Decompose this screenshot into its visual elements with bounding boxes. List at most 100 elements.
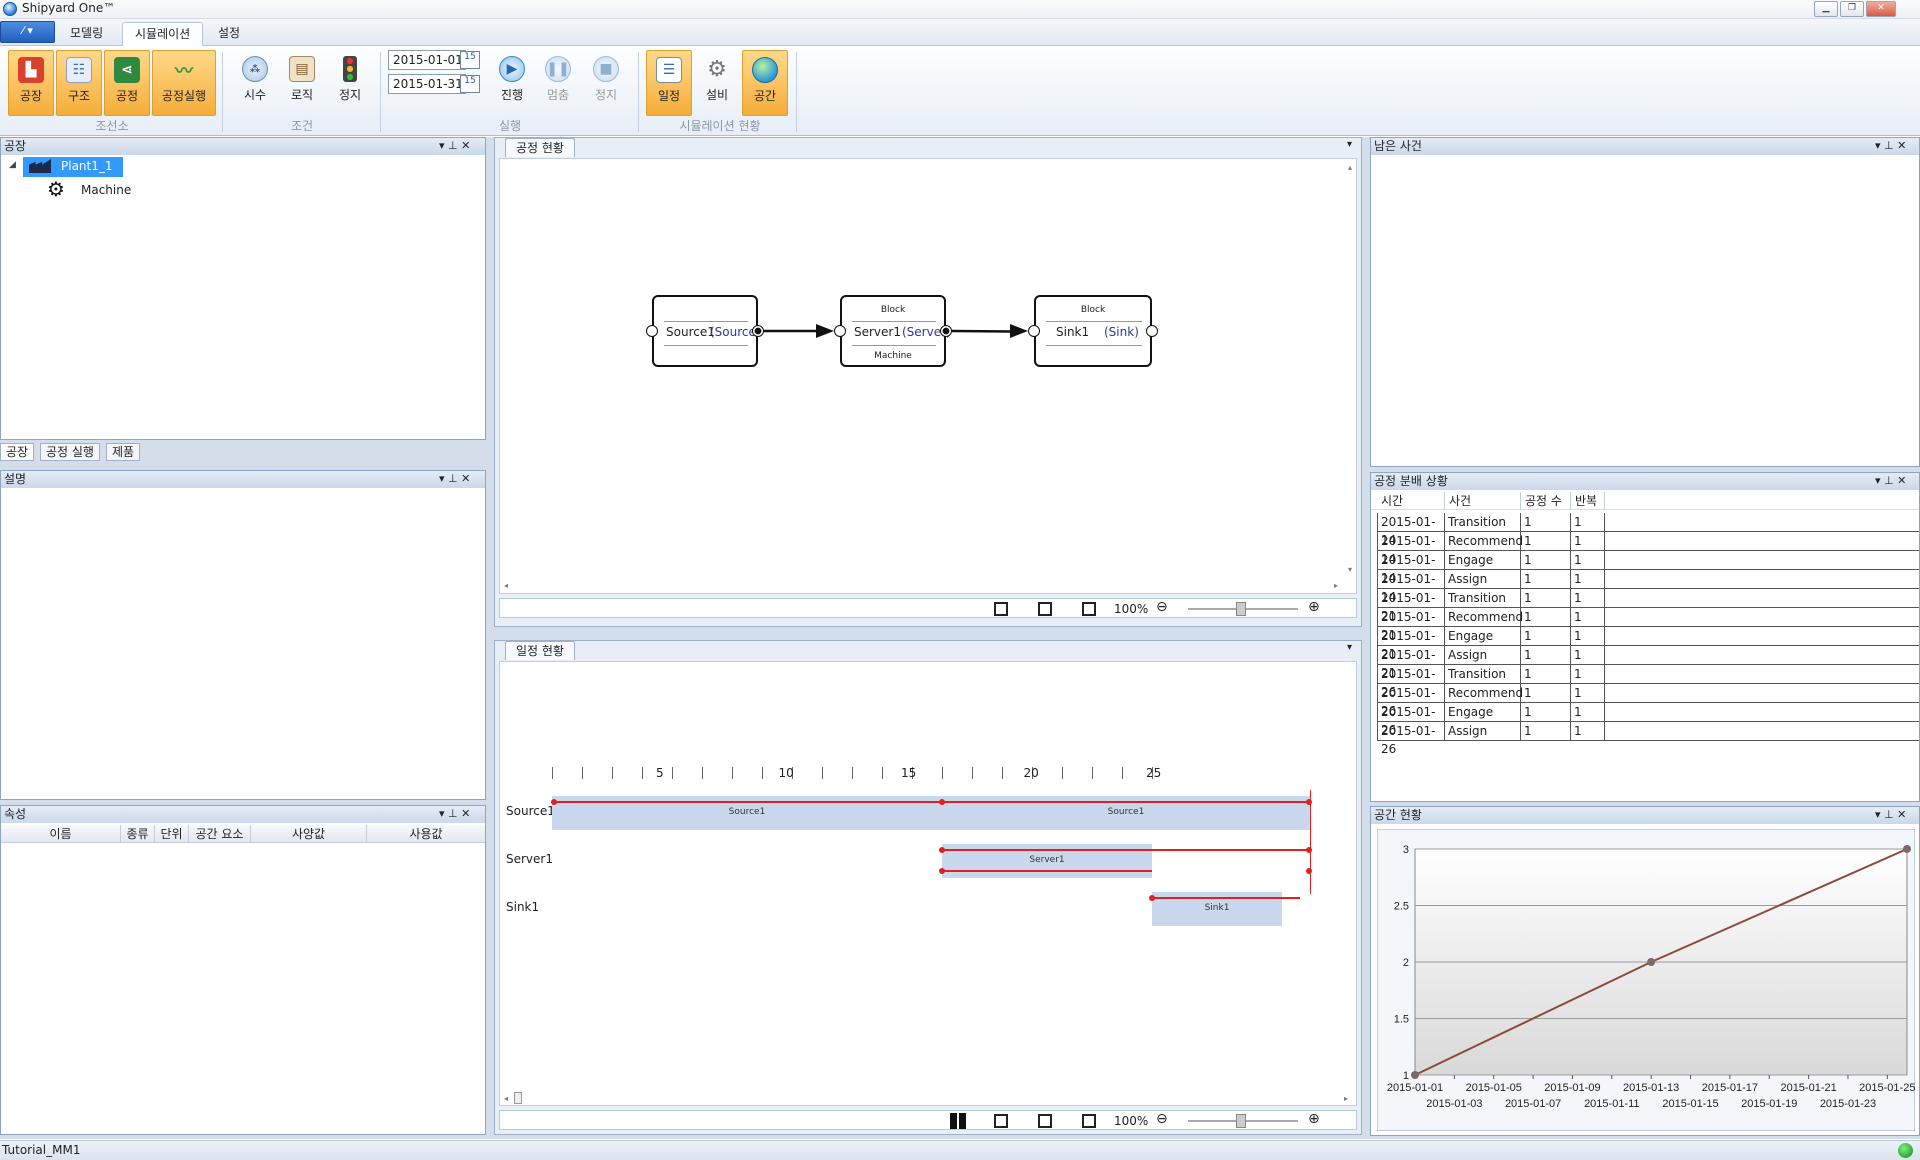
scroll-right-icon[interactable]: ▸ [1334,581,1338,590]
minimize-icon[interactable]: ▁ [1814,1,1838,17]
table-cell: Transition [1445,665,1521,684]
table-row[interactable]: 2015-01-21 Recommend 1 1 [1377,608,1919,642]
tab-process-run[interactable]: 공정 실행 [40,443,100,461]
work-hours-button[interactable]: ⁂ 시수 [232,50,278,116]
tab-simulation[interactable]: 시뮬레이션 [122,22,204,46]
expand-icon[interactable] [1082,1114,1096,1128]
calendar-icon[interactable]: 15 [460,51,480,69]
gantt-canvas[interactable]: 5 10 15 20 25 Source1 Server1 Sink1 Source1 … [499,661,1357,1106]
table-cell: 1 [1521,532,1571,551]
table-row[interactable]: 2015-01-14 Recommend 1 1 [1377,532,1919,566]
grid-icon[interactable] [1038,1114,1052,1128]
gear-icon: ⚙ [47,177,65,201]
scroll-left-icon[interactable]: ◂ [504,581,508,590]
tree-node-plant[interactable]: Plant1_1 [23,157,123,177]
x-tick-label: 2015-01-25 [1859,1082,1915,1094]
scroll-left-icon[interactable]: ◂ [504,1094,508,1103]
zoom-out-icon[interactable]: ⊖ [1156,599,1168,615]
stop-button[interactable]: ■ 정지 [584,50,628,116]
arrowhead [816,324,834,338]
process-run-button[interactable]: 〰 공정실행 [152,50,216,116]
trend-icon: 〰 [175,61,193,82]
zoom-out-icon[interactable]: ⊖ [1156,1111,1168,1127]
column-header[interactable]: 사양값 [251,825,367,843]
run-button-label: 진행 [500,88,524,102]
event-marker [939,868,945,874]
table-cell: Assign [1445,646,1521,665]
table-row[interactable]: 2015-01-26 Assign 1 1 [1377,722,1919,756]
process-view: 공정 현황 ▾ Source1 (Source) Block Server1 (… [494,137,1362,627]
tab-modeling[interactable]: 모델링 [58,22,115,46]
scroll-right-icon[interactable]: ▸ [1344,1094,1348,1103]
file-menu-button[interactable]: ⁄ ▾ [0,21,55,43]
logic-button[interactable]: ▤ 로직 [280,50,324,116]
panel-controls[interactable]: ▾ ⊥ ✕ [439,138,470,154]
panel-controls[interactable]: ▾ ⊥ ✕ [1875,807,1906,823]
zoom-in-icon[interactable]: ⊕ [1308,1111,1320,1127]
column-header[interactable]: 종류 [121,825,155,843]
calendar-icon[interactable]: 15 [460,75,480,93]
tab-factory[interactable]: 공장 [0,443,35,461]
gantt-tick-label: 25 [1146,766,1162,780]
tab-product[interactable]: 제품 [106,443,141,461]
column-header[interactable]: 사건 [1445,492,1521,510]
table-row[interactable]: 2015-01-14 Transition 1 1 [1377,513,1919,547]
run-button[interactable]: ▶ 진행 [490,50,534,116]
tab-schedule-status[interactable]: 일정 현황 [505,641,575,660]
equipment-button[interactable]: ⚙ 설비 [694,50,740,116]
process-canvas[interactable]: Source1 (Source) Block Server1 (Server) … [499,158,1357,594]
table-cell: 1 [1521,722,1571,741]
column-header[interactable]: 공간 요소 [189,825,251,843]
column-header[interactable]: 반복 [1571,492,1605,510]
scroll-down-icon[interactable]: ▾ [1348,565,1352,574]
table-row[interactable]: 2015-01-21 Assign 1 1 [1377,646,1919,680]
gantt-tick-label: 5 [656,766,664,780]
dropdown-icon[interactable]: ▾ [1347,642,1352,653]
end-date-field[interactable]: 2015-01-31 [388,74,466,94]
column-header[interactable]: 단위 [155,825,189,843]
table-row[interactable]: 2015-01-26 Transition 1 1 [1377,665,1919,699]
zoom-slider-thumb[interactable] [1236,602,1246,616]
dropdown-icon[interactable]: ▾ [1347,139,1352,150]
close-window-icon[interactable]: ✕ [1866,1,1896,17]
expand-icon[interactable] [1082,602,1096,616]
panel-controls[interactable]: ▾ ⊥ ✕ [1875,473,1906,489]
tree-expand-icon[interactable]: ◢ [9,160,16,170]
fit-icon[interactable] [994,602,1008,616]
panel-controls[interactable]: ▾ ⊥ ✕ [439,471,470,487]
column-header[interactable]: 이름 [1,825,121,843]
table-row[interactable]: 2015-01-21 Engage 1 1 [1377,627,1919,661]
panel-controls[interactable]: ▾ ⊥ ✕ [439,806,470,822]
tab-settings[interactable]: 설정 [206,22,252,46]
table-row[interactable]: 2015-01-14 Engage 1 1 [1377,551,1919,585]
tile-icon[interactable] [950,1113,966,1129]
restore-icon[interactable]: ❐ [1840,1,1864,17]
column-header[interactable]: 공정 수 [1521,492,1571,510]
tree-node-machine[interactable]: ⚙ Machine [47,177,147,201]
tab-process-status[interactable]: 공정 현황 [505,138,575,157]
column-header[interactable]: 시간 [1377,492,1445,510]
space-button[interactable]: 공간 [742,50,788,116]
horizontal-scrollbar-thumb[interactable] [514,1092,522,1104]
zoom-slider-thumb[interactable] [1236,1114,1246,1128]
schedule-button[interactable]: ☰ 일정 [646,50,692,116]
pause-button[interactable]: ❚❚ 멈춤 [536,50,580,116]
table-row[interactable]: 2015-01-21 Transition 1 1 [1377,589,1919,623]
table-row[interactable]: 2015-01-26 Recommend 1 1 [1377,684,1919,718]
structure-button[interactable]: ☷ 구조 [56,50,102,116]
table-row[interactable]: 2015-01-14 Assign 1 1 [1377,570,1919,604]
fit-icon[interactable] [994,1114,1008,1128]
space-panel: 공간 현황 ▾ ⊥ ✕ 3 2.5 2 1.5 1 2015-01-01 2015-01-0… [1370,806,1920,1136]
scroll-up-icon[interactable]: ▴ [1348,163,1352,172]
start-date-field[interactable]: 2015-01-01 [388,50,466,70]
stop-condition-button[interactable]: ● ● ● 정지 [328,50,372,116]
column-header[interactable]: 사용값 [367,825,485,843]
grid-icon[interactable] [1038,602,1052,616]
factory-button[interactable]: ▙ 공장 [8,50,54,116]
zoom-in-icon[interactable]: ⊕ [1308,599,1320,615]
table-cell: 2015-01-26 [1377,703,1445,737]
table-cell: 1 [1521,589,1571,608]
table-row[interactable]: 2015-01-26 Engage 1 1 [1377,703,1919,737]
process-button[interactable]: ⋖ 공정 [104,50,150,116]
panel-controls[interactable]: ▾ ⊥ ✕ [1875,138,1906,154]
